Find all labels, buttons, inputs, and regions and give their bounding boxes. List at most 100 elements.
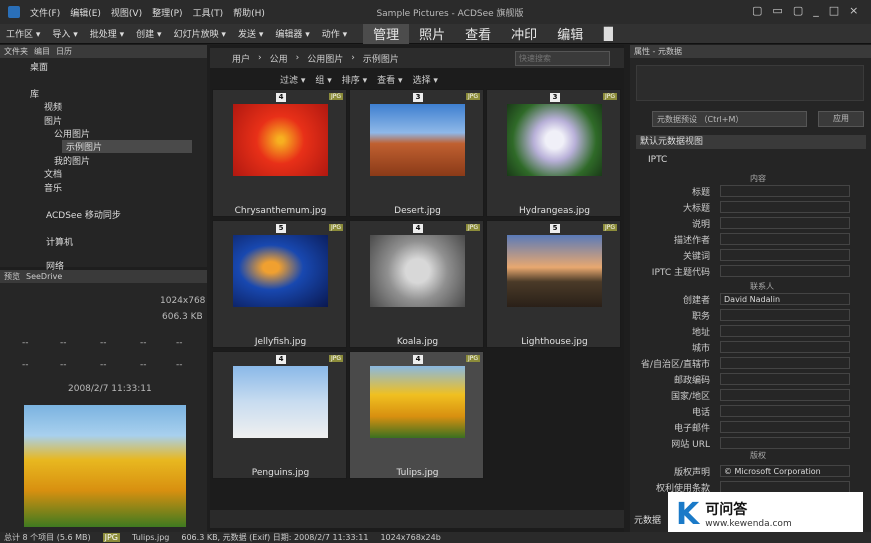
mode-edit[interactable]: 编辑	[547, 24, 593, 44]
metadata-preset-select[interactable]: 元数据预设 （Ctrl+M）	[652, 111, 807, 127]
tab-preview[interactable]: 预览	[4, 271, 20, 282]
tree-public-pictures[interactable]: 公用图片	[54, 127, 90, 140]
layout1-icon[interactable]: ▢	[752, 4, 762, 17]
import-button[interactable]: 导入 ▾	[46, 27, 83, 40]
thumbnail-image	[233, 235, 328, 307]
mode-manage[interactable]: 管理	[363, 23, 410, 44]
contact-subheader: 联系人	[750, 282, 774, 291]
menu-edit[interactable]: 编辑(E)	[70, 6, 101, 19]
thumbnail[interactable]: 4 JPG Chrysanthemum.jpg	[212, 89, 347, 217]
group-button[interactable]: 组 ▾	[315, 73, 331, 86]
filter-button[interactable]: 过滤 ▾	[280, 73, 305, 86]
slideshow-button[interactable]: 幻灯片放映 ▾	[168, 27, 232, 40]
watermark-text: 可问答	[705, 502, 748, 518]
thumbnail-filename: Penguins.jpg	[251, 468, 310, 478]
preview-panel: 预览 SeeDrive 1024x768 606.3 KB -- -- -- -…	[0, 270, 207, 532]
tab-metadata[interactable]: 元数据	[634, 513, 661, 526]
tree-acdsee-sync[interactable]: ACDSee 移动同步	[46, 208, 121, 221]
tree-my-pictures[interactable]: 我的图片	[54, 154, 90, 167]
thumbnail-filename: Hydrangeas.jpg	[519, 206, 590, 216]
tree-sample-pictures[interactable]: 示例图片	[62, 140, 192, 153]
tab-catalog[interactable]: 编目	[34, 46, 50, 57]
field-caption-writer: 描述作者	[640, 233, 850, 246]
tree-computer[interactable]: 计算机	[46, 235, 73, 248]
tab-folders[interactable]: 文件夹	[4, 46, 28, 57]
crumb-users[interactable]: 用户	[232, 52, 250, 65]
status-info: 606.3 KB, 元数据 (Exif) 日期: 2008/2/7 11:33:…	[181, 533, 369, 542]
view-button[interactable]: 查看 ▾	[377, 73, 402, 86]
thumbnail[interactable]: 3 JPG Hydrangeas.jpg	[486, 89, 621, 217]
tree-library[interactable]: 库	[30, 87, 39, 100]
rating-badge: 3	[413, 93, 423, 102]
mode-photos[interactable]: 照片	[409, 24, 455, 44]
apply-button[interactable]: 应用	[818, 111, 864, 127]
crumb-public[interactable]: 公用	[270, 52, 288, 65]
thumbnail-selected[interactable]: 4 JPG Tulips.jpg	[349, 351, 484, 479]
format-badge: JPG	[465, 224, 480, 231]
window-title: Sample Pictures - ACDSee 旗舰版	[376, 9, 524, 19]
select-button[interactable]: 选择 ▾	[413, 73, 438, 86]
thumbnail[interactable]: 4 JPG Penguins.jpg	[212, 351, 347, 479]
editor-button[interactable]: 编辑器 ▾	[269, 27, 315, 40]
tree-pictures[interactable]: 图片	[44, 114, 62, 127]
mode-develop[interactable]: 冲印	[501, 24, 547, 44]
thumbnail-image	[507, 235, 602, 307]
menu-tools[interactable]: 工具(T)	[193, 6, 224, 19]
tree-music[interactable]: 音乐	[44, 181, 62, 194]
tab-seedrive[interactable]: SeeDrive	[26, 272, 62, 281]
file-browser: 用户 › 公用 › 公用图片 › 示例图片 过滤 ▾ 组 ▾ 排序 ▾ 查看 ▾…	[210, 45, 624, 532]
watermark: K 可问答 www.kewenda.com	[668, 492, 863, 536]
rights-subheader: 版权	[750, 451, 766, 460]
layout3-icon[interactable]: ▢	[793, 4, 803, 17]
field-address: 地址	[640, 325, 850, 338]
rating-badge: 4	[276, 355, 286, 364]
stats-icon[interactable]: ▐▌	[599, 27, 617, 41]
info-cell: --	[22, 360, 29, 370]
layout2-icon[interactable]: ▭	[772, 4, 782, 17]
info-cell: --	[60, 360, 67, 370]
rating-badge: 3	[550, 93, 560, 102]
content-subheader: 内容	[750, 174, 766, 183]
create-button[interactable]: 创建 ▾	[130, 27, 167, 40]
thumbnail-image	[370, 235, 465, 307]
quick-search-input[interactable]	[515, 51, 610, 66]
status-format: JPG	[102, 533, 121, 542]
menu-organize[interactable]: 整理(P)	[152, 6, 182, 19]
batch-button[interactable]: 批处理 ▾	[84, 27, 130, 40]
thumbnail-filename: Koala.jpg	[396, 337, 439, 347]
mode-view[interactable]: 查看	[455, 24, 501, 44]
tab-calendar[interactable]: 日历	[56, 46, 72, 57]
sort-button[interactable]: 排序 ▾	[342, 73, 367, 86]
close-button[interactable]: ×	[849, 4, 858, 17]
field-caption: 说明	[640, 217, 850, 230]
thumbnail[interactable]: 3 JPG Desert.jpg	[349, 89, 484, 217]
field-province: 省/自治区/直辖市	[640, 357, 850, 370]
crumb-sample-pictures[interactable]: 示例图片	[363, 52, 399, 65]
status-dims: 1024x768x24b	[380, 533, 441, 542]
menu-help[interactable]: 帮助(H)	[233, 6, 265, 19]
minimize-button[interactable]: _	[813, 4, 819, 17]
metadata-view-select[interactable]: 默认元数据视图	[636, 135, 866, 149]
tree-videos[interactable]: 视频	[44, 100, 62, 113]
send-button[interactable]: 发送 ▾	[232, 27, 269, 40]
tree-desktop[interactable]: 桌面	[30, 60, 48, 73]
thumbnail-filename: Desert.jpg	[394, 206, 441, 216]
action-button[interactable]: 动作 ▾	[316, 27, 353, 40]
thumbnail[interactable]: 5 JPG Lighthouse.jpg	[486, 220, 621, 348]
menu-bar: 文件(F) 编辑(E) 视图(V) 整理(P) 工具(T) 帮助(H)	[0, 6, 265, 19]
thumbnail[interactable]: 5 JPG Jellyfish.jpg	[212, 220, 347, 348]
rating-badge: 4	[413, 224, 423, 233]
tree-documents[interactable]: 文档	[44, 167, 62, 180]
status-bar: 总计 8 个项目 (5.6 MB) JPG Tulips.jpg 606.3 K…	[0, 532, 871, 543]
thumbnail[interactable]: 4 JPG Koala.jpg	[349, 220, 484, 348]
iptc-section[interactable]: IPTC	[648, 155, 667, 165]
crumb-public-pictures[interactable]: 公用图片	[307, 52, 343, 65]
menu-file[interactable]: 文件(F)	[30, 6, 60, 19]
menu-view[interactable]: 视图(V)	[111, 6, 142, 19]
thumbnail-image	[233, 104, 328, 176]
maximize-button[interactable]: □	[829, 4, 839, 17]
app-logo-icon	[8, 6, 20, 18]
rating-color-labels[interactable]	[636, 65, 864, 101]
workspace-button[interactable]: 工作区 ▾	[0, 27, 46, 40]
folder-panel: 文件夹 编目 日历 桌面 库 视频 图片 公用图片 示例图片 我的图片 文档 音…	[0, 45, 207, 272]
